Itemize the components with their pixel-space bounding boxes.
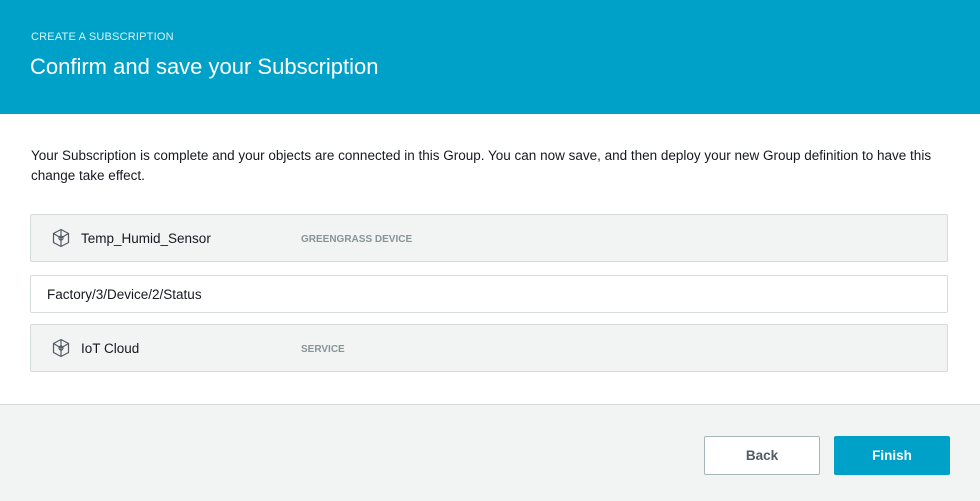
finish-button[interactable]: Finish	[834, 436, 950, 475]
source-name: Temp_Humid_Sensor	[81, 231, 211, 246]
page-title: Confirm and save your Subscription	[30, 54, 379, 79]
topic-filter: Factory/3/Device/2/Status	[47, 287, 202, 302]
subscription-description: Your Subscription is complete and your o…	[31, 148, 932, 183]
target-name: IoT Cloud	[81, 341, 140, 356]
back-button[interactable]: Back	[704, 436, 820, 475]
target-type: SERVICE	[301, 344, 345, 355]
subscription-target-row: IoT Cloud SERVICE	[30, 324, 948, 372]
iot-service-icon	[51, 338, 71, 358]
page-header: CREATE A SUBSCRIPTION Confirm and save y…	[0, 0, 980, 114]
greengrass-device-icon	[51, 228, 71, 248]
subscription-topic-row: Factory/3/Device/2/Status	[30, 275, 948, 313]
wizard-footer: Back Finish	[0, 404, 980, 501]
wizard-eyebrow: CREATE A SUBSCRIPTION	[31, 31, 174, 43]
source-type: GREENGRASS DEVICE	[301, 234, 413, 245]
subscription-source-row: Temp_Humid_Sensor GREENGRASS DEVICE	[30, 214, 948, 262]
